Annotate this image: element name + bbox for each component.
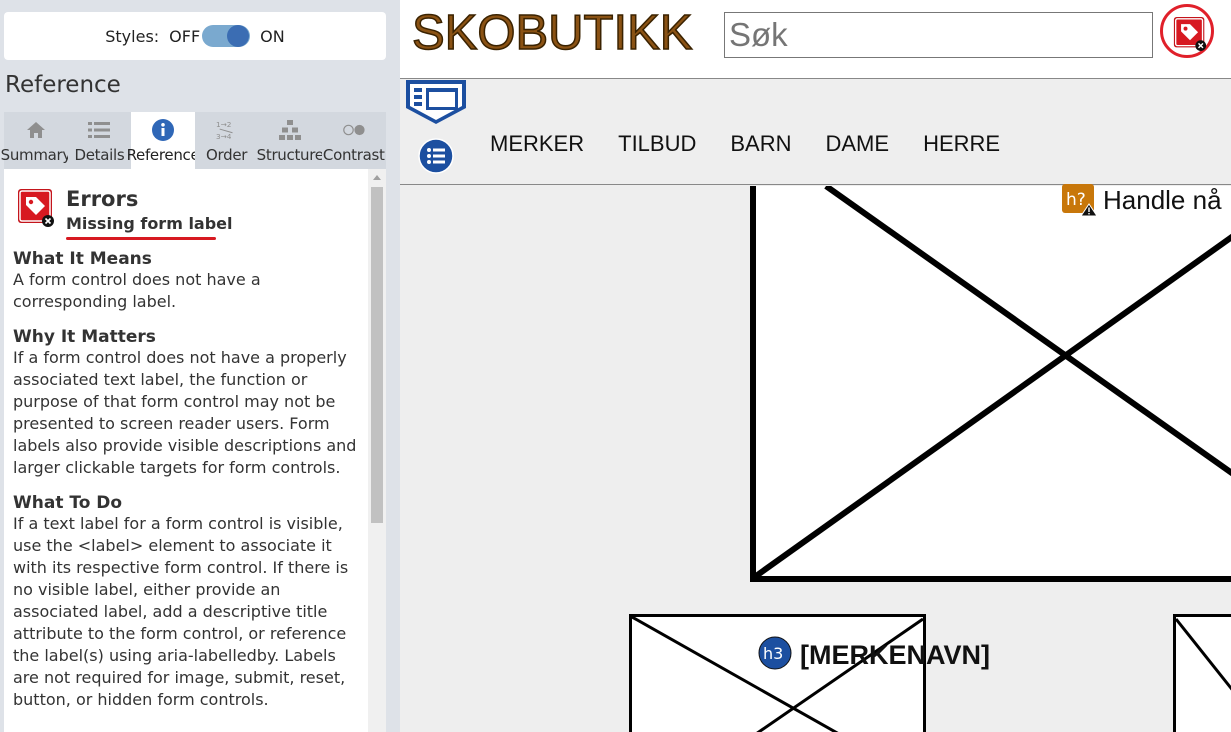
- tab-label: Details: [74, 146, 125, 164]
- site-navigation: MERKER TILBUD BARN DAME HERRE: [400, 80, 1231, 185]
- tab-structure[interactable]: Structure: [256, 112, 324, 169]
- svg-text:h?: h?: [1066, 190, 1086, 210]
- tab-reference[interactable]: Reference: [127, 112, 200, 169]
- reference-content: Errors Missing form label What It Means …: [4, 169, 368, 732]
- tab-label: Reference: [126, 146, 200, 164]
- styles-on-label: ON: [260, 26, 285, 46]
- info-icon: [151, 119, 174, 141]
- menu-item-dame[interactable]: DAME: [826, 131, 890, 157]
- navigation-landmark-icon[interactable]: [404, 80, 468, 130]
- scroll-thumb[interactable]: [371, 187, 383, 523]
- section-text: If a form control does not have a proper…: [13, 348, 357, 477]
- tab-details[interactable]: Details: [67, 112, 132, 169]
- missing-label-error-icon: [18, 189, 54, 231]
- section-why-it-matters: Why It Matters If a form control does no…: [13, 327, 359, 479]
- error-header: Errors Missing form label: [13, 169, 359, 247]
- missing-label-error-icon[interactable]: [1173, 17, 1207, 55]
- tab-summary[interactable]: Summary: [0, 112, 72, 169]
- error-category: Errors: [66, 187, 139, 211]
- hero-heading: h? Handle nå: [1061, 180, 1222, 220]
- menu-item-tilbud[interactable]: TILBUD: [618, 131, 696, 157]
- panel-tabs: Summary Details Reference 1→2 3→4 Order S…: [0, 112, 386, 169]
- menu-item-barn[interactable]: BARN: [730, 131, 791, 157]
- possible-heading-alert-icon[interactable]: h?: [1061, 180, 1098, 220]
- tab-label: Order: [206, 146, 248, 164]
- panel-heading: Reference: [5, 72, 121, 98]
- section-text: If a text label for a form control is vi…: [13, 514, 349, 709]
- heading-level-3-icon[interactable]: h3: [758, 636, 792, 674]
- search-input[interactable]: [724, 12, 1153, 58]
- section-heading: What It Means: [13, 249, 152, 269]
- svg-text:1→2: 1→2: [216, 120, 231, 129]
- wave-sidebar: Styles: OFF ON Reference Summary Details…: [0, 0, 400, 732]
- section-text: A form control does not have a correspon…: [13, 270, 261, 311]
- error-highlight-ring[interactable]: [1160, 4, 1214, 58]
- section-what-to-do: What To Do If a text label for a form co…: [13, 493, 359, 711]
- page-preview: SKOBUTIKK Søk MERKER TILBUD BARN DAME HE…: [400, 0, 1231, 732]
- section-heading: What To Do: [13, 493, 123, 513]
- brand-heading: h3 [MERKENAVN]: [758, 636, 990, 674]
- content-scrollbar[interactable]: [368, 169, 386, 732]
- list-icon: [88, 119, 111, 141]
- site-logo[interactable]: SKOBUTIKK: [411, 5, 693, 61]
- contrast-icon: [342, 119, 365, 141]
- list-icon[interactable]: [418, 138, 454, 178]
- svg-text:3→4: 3→4: [216, 132, 232, 141]
- home-icon: [25, 119, 47, 141]
- styles-off-label: OFF: [169, 26, 201, 46]
- error-name: Missing form label: [66, 214, 233, 233]
- brand-card-image-placeholder: [1173, 614, 1231, 732]
- site-header: SKOBUTIKK: [400, 0, 1231, 79]
- order-icon: 1→2 3→4: [216, 119, 238, 141]
- menu-item-merker[interactable]: MERKER: [490, 131, 584, 157]
- section-what-it-means: What It Means A form control does not ha…: [13, 249, 359, 313]
- hero-image-placeholder: [750, 186, 1231, 582]
- menu-item-herre[interactable]: HERRE: [923, 131, 1000, 157]
- tab-order[interactable]: 1→2 3→4 Order: [194, 112, 259, 169]
- scroll-up-arrow[interactable]: [373, 175, 381, 180]
- brand-heading-text: [MERKENAVN]: [800, 639, 990, 670]
- styles-toggle-switch[interactable]: [202, 25, 251, 47]
- hero-heading-text: Handle nå: [1103, 184, 1222, 215]
- tab-label: Contrast: [322, 146, 385, 164]
- section-heading: Why It Matters: [13, 327, 156, 347]
- svg-text:h3: h3: [763, 644, 783, 663]
- toggle-knob: [227, 25, 250, 47]
- tab-label: Structure: [256, 146, 324, 164]
- styles-label: Styles:: [105, 26, 160, 46]
- tab-label: Summary: [0, 146, 72, 164]
- error-underline: [66, 237, 216, 240]
- styles-toggle-bar: Styles: OFF ON: [4, 12, 386, 60]
- main-menu: MERKER TILBUD BARN DAME HERRE: [490, 131, 1034, 157]
- structure-icon: [279, 119, 302, 141]
- tab-contrast[interactable]: Contrast: [321, 112, 386, 169]
